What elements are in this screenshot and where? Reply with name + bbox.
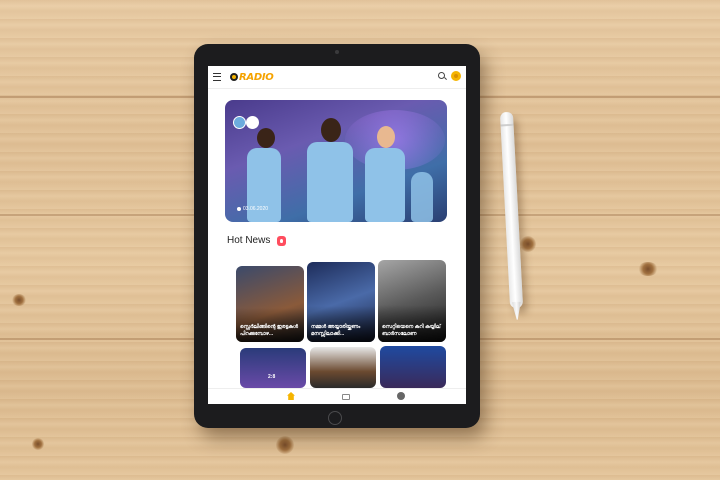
team-badge-icon — [246, 116, 259, 129]
team-badge-icon — [233, 116, 246, 129]
wood-knot — [276, 436, 294, 454]
tablet-device: RADIO 03.06.2020 Hot News സ്റ്റെർലിങ്ങിന… — [194, 44, 480, 428]
news-card[interactable]: 2:8 — [240, 348, 306, 388]
hero-banner[interactable]: 03.06.2020 — [225, 100, 447, 222]
wood-knot — [520, 236, 536, 252]
bottom-nav — [208, 388, 466, 404]
coin-icon[interactable] — [451, 71, 461, 81]
football-icon — [230, 73, 238, 81]
app-screen: RADIO 03.06.2020 Hot News സ്റ്റെർലിങ്ങിന… — [208, 66, 466, 404]
home-button[interactable] — [328, 411, 342, 425]
news-card[interactable] — [380, 346, 446, 388]
app-logo[interactable]: RADIO — [230, 70, 274, 84]
news-card[interactable]: സെറ്റിയെനെ കുറി കയ്യില് ബാർസലോണ — [378, 260, 446, 342]
player-head — [257, 128, 275, 148]
menu-icon[interactable] — [213, 73, 221, 81]
hero-date: 03.06.2020 — [243, 206, 269, 212]
search-icon[interactable] — [438, 72, 445, 79]
news-headline: സെറ്റിയെനെ കുറി കയ്യില് ബാർസലോണ — [382, 324, 441, 337]
news-headline: സ്റ്റെർലിങ്ങിന്റെ ഇരട്ടകൾ പിറക്കുമ്പോഴ..… — [240, 324, 299, 337]
player-figure — [411, 172, 433, 222]
player-head — [377, 126, 395, 148]
wood-knot — [638, 262, 658, 276]
news-headline: നമ്മൾ അയ്യാരിയ്ക്കണം മനസ്സിലാക്കി... — [311, 324, 361, 337]
wood-knot — [32, 438, 44, 450]
player-head — [321, 118, 341, 142]
home-icon[interactable] — [287, 392, 295, 400]
camera — [335, 50, 339, 54]
radio-icon[interactable] — [342, 394, 350, 400]
logo-text: RADIO — [239, 71, 274, 83]
wood-knot — [12, 294, 26, 306]
match-score: 2:8 — [268, 374, 276, 380]
carousel-dot[interactable] — [237, 207, 241, 211]
news-card[interactable]: നമ്മൾ അയ്യാരിയ്ക്കണം മനസ്സിലാക്കി... — [307, 262, 375, 342]
fire-icon — [277, 236, 286, 246]
pencil-band — [500, 123, 514, 127]
news-card[interactable] — [310, 347, 376, 388]
player-figure — [307, 142, 353, 222]
news-card[interactable]: സ്റ്റെർലിങ്ങിന്റെ ഇരട്ടകൾ പിറക്കുമ്പോഴ..… — [236, 266, 304, 342]
info-icon[interactable] — [397, 392, 405, 400]
player-figure — [365, 148, 405, 222]
app-bar: RADIO — [208, 66, 466, 89]
section-title: Hot News — [227, 235, 271, 246]
